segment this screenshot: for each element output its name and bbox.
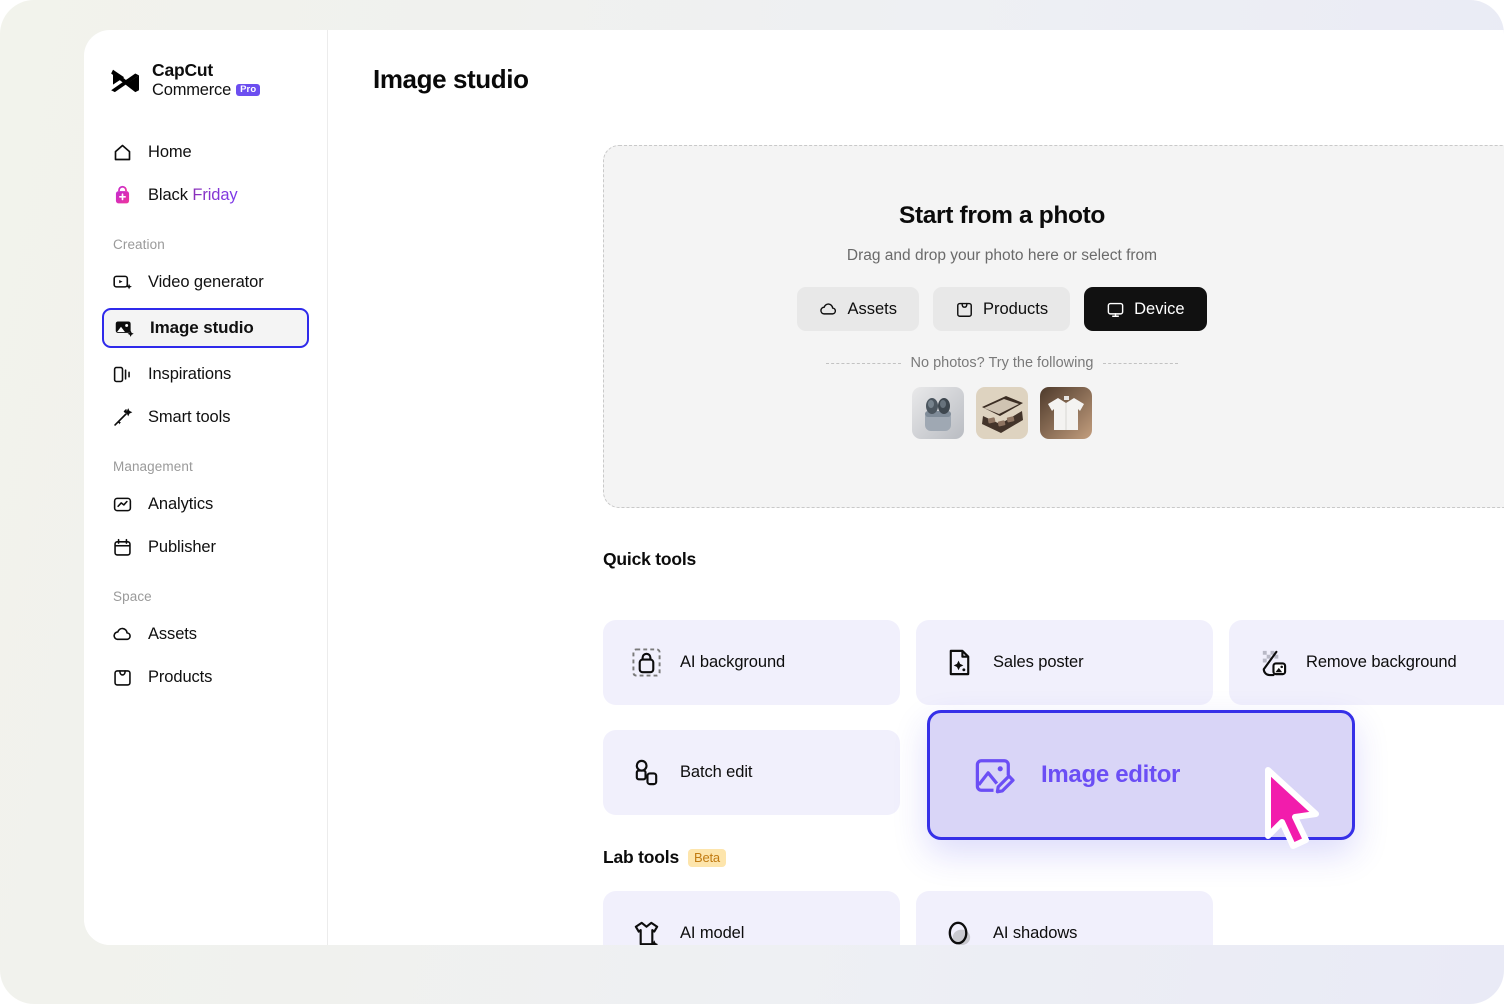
makeup-palette-thumbnail[interactable] — [976, 387, 1028, 439]
sidebar-item-label: Products — [148, 668, 212, 687]
sidebar-item-home[interactable]: Home — [102, 135, 309, 169]
shopping-bag-icon — [112, 185, 133, 206]
analytics-icon — [112, 494, 133, 515]
button-label: Assets — [847, 300, 897, 319]
video-sparkle-icon — [112, 272, 133, 293]
tool-card-label: AI background — [680, 653, 785, 672]
sidebar-group-creation-label: Creation — [84, 237, 327, 252]
sidebar-item-video-generator[interactable]: Video generator — [102, 265, 309, 299]
sample-thumbnails — [912, 387, 1092, 439]
sidebar-nav: Home Bl — [84, 135, 327, 694]
tool-card-remove-background[interactable]: Remove background — [1229, 620, 1504, 705]
photo-dropzone[interactable]: Start from a photo Drag and drop your ph… — [603, 145, 1504, 508]
divider-label: No photos? Try the following — [911, 355, 1094, 371]
lab-tools-heading: Lab tools Beta — [603, 847, 726, 868]
tool-card-ai-background[interactable]: AI background — [603, 620, 900, 705]
assets-button[interactable]: Assets — [797, 287, 919, 331]
dropzone-title: Start from a photo — [899, 202, 1105, 230]
product-box-icon — [955, 300, 974, 319]
calendar-icon — [112, 537, 133, 558]
button-label: Products — [983, 300, 1048, 319]
tool-card-ai-model[interactable]: AI model — [603, 891, 900, 945]
tool-card-ai-shadows[interactable]: AI shadows — [916, 891, 1213, 945]
sidebar-group-management-label: Management — [84, 459, 327, 474]
brand-logo[interactable]: CapCut Commerce Pro — [84, 30, 327, 99]
sidebar: CapCut Commerce Pro Home — [84, 30, 328, 945]
tool-card-label: AI model — [680, 924, 744, 943]
tool-card-label: Sales poster — [993, 653, 1084, 672]
sidebar-item-label: Image studio — [150, 318, 254, 338]
quick-tools-row-2: Batch edit — [603, 730, 900, 815]
device-button[interactable]: Device — [1084, 287, 1206, 331]
sidebar-item-image-studio[interactable]: Image studio — [102, 308, 309, 348]
quick-tools-heading: Quick tools — [603, 549, 696, 570]
beta-badge: Beta — [688, 849, 726, 867]
brand-name: CapCut — [152, 61, 260, 81]
lab-tools-row: AI model AI shadows — [603, 891, 1213, 945]
sidebar-item-label: Home — [148, 143, 192, 162]
monitor-icon — [1106, 300, 1125, 319]
sidebar-item-label: Analytics — [148, 495, 213, 514]
remove-background-icon — [1257, 647, 1288, 678]
tool-card-label: Batch edit — [680, 763, 752, 782]
batch-edit-icon — [631, 757, 662, 788]
button-label: Device — [1134, 300, 1184, 319]
home-icon — [112, 142, 133, 163]
black-friday-label-primary: Black — [148, 186, 188, 204]
tool-card-label: AI shadows — [993, 924, 1077, 943]
ai-shadows-icon — [944, 918, 975, 945]
white-shirt-thumbnail[interactable] — [1040, 387, 1092, 439]
sidebar-item-assets[interactable]: Assets — [102, 617, 309, 651]
product-box-icon — [112, 667, 133, 688]
sales-poster-icon — [944, 647, 975, 678]
pro-badge: Pro — [236, 84, 260, 96]
sidebar-item-label: Assets — [148, 625, 197, 644]
sidebar-item-smart-tools[interactable]: Smart tools — [102, 400, 309, 434]
sidebar-item-publisher[interactable]: Publisher — [102, 530, 309, 564]
ai-model-shirt-icon — [631, 918, 662, 945]
sidebar-item-black-friday[interactable]: Black Friday — [102, 178, 309, 212]
cloud-icon — [819, 300, 838, 319]
divider-line-left — [826, 363, 901, 364]
dropzone-subtitle: Drag and drop your photo here or select … — [847, 247, 1157, 265]
capcut-logo-icon — [109, 67, 143, 93]
sidebar-item-label: Inspirations — [148, 365, 231, 384]
app-frame: CapCut Commerce Pro Home — [0, 0, 1504, 1004]
image-edit-icon — [972, 754, 1015, 797]
tool-card-image-editor[interactable]: Image editor — [927, 710, 1355, 840]
sidebar-item-analytics[interactable]: Analytics — [102, 487, 309, 521]
divider-line-right — [1103, 363, 1178, 364]
image-sparkle-icon — [114, 318, 135, 339]
cloud-icon — [112, 624, 133, 645]
sidebar-item-label: Smart tools — [148, 408, 230, 427]
page-title: Image studio — [373, 64, 529, 95]
dropzone-divider: No photos? Try the following — [826, 355, 1178, 371]
inspirations-icon — [112, 364, 133, 385]
quick-tools-row-1: AI background Sales poster — [603, 620, 1504, 705]
black-friday-label-accent: Friday — [192, 186, 237, 204]
brand-subname: Commerce — [152, 81, 231, 99]
sidebar-item-label: Publisher — [148, 538, 216, 557]
products-button[interactable]: Products — [933, 287, 1070, 331]
quick-tools-heading-label: Quick tools — [603, 549, 696, 570]
image-editor-label: Image editor — [1041, 761, 1180, 789]
dropzone-source-buttons: Assets Products — [797, 287, 1206, 331]
tool-card-batch-edit[interactable]: Batch edit — [603, 730, 900, 815]
tool-card-sales-poster[interactable]: Sales poster — [916, 620, 1213, 705]
tool-card-label: Remove background — [1306, 653, 1457, 672]
sidebar-item-products[interactable]: Products — [102, 660, 309, 694]
app-window: CapCut Commerce Pro Home — [84, 30, 1504, 945]
ai-background-icon — [631, 647, 662, 678]
sidebar-item-inspirations[interactable]: Inspirations — [102, 357, 309, 391]
magic-wand-icon — [112, 407, 133, 428]
earbuds-thumbnail[interactable] — [912, 387, 964, 439]
sidebar-group-space-label: Space — [84, 589, 327, 604]
lab-tools-heading-label: Lab tools — [603, 847, 679, 868]
sidebar-item-label: Video generator — [148, 273, 264, 292]
